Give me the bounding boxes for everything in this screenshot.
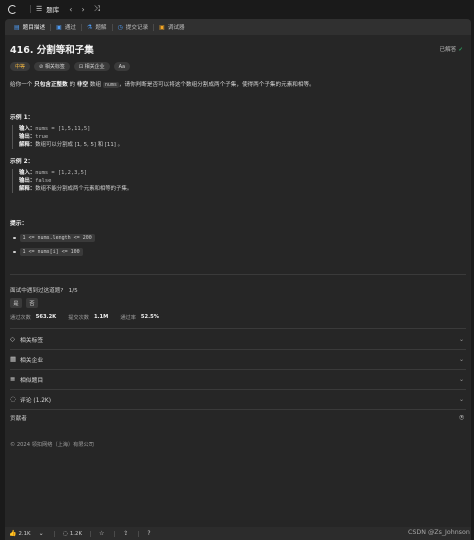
- star-icon: ☆: [98, 530, 105, 537]
- constraint-1: 1 <= nums.length <= 200: [13, 234, 95, 242]
- section-comments[interactable]: ◌ 评论 (1.2K) ⌄: [10, 389, 466, 409]
- list-icon: ≣: [10, 375, 16, 383]
- help-icon: ?: [147, 530, 151, 537]
- tag-icon: ⊘: [39, 63, 44, 70]
- interview-question: 面试中遇到过这道题? 1/5: [10, 288, 78, 294]
- example-1-title: 示例 1：: [10, 115, 34, 121]
- tab-solutions[interactable]: ⚗ 题解: [82, 19, 112, 35]
- share-button[interactable]: ⇪: [123, 530, 130, 537]
- tab-submissions[interactable]: ◷ 提交记录: [113, 19, 154, 35]
- chevron-down-icon: ⌄: [458, 335, 464, 343]
- lock-icon: ⊡: [78, 63, 84, 70]
- thumbs-down-icon: ⌄: [38, 530, 44, 537]
- comment-icon: ◌: [62, 530, 68, 537]
- constraint-2: 1 <= nums[i] <= 100: [13, 248, 83, 256]
- section-similar-problems[interactable]: ≣ 相似题目 ⌄: [10, 369, 466, 389]
- tab-accepted[interactable]: ▣ 通过: [51, 19, 81, 35]
- like-button[interactable]: 👍 2.1K: [9, 530, 31, 537]
- dislike-button[interactable]: ⌄: [39, 530, 46, 537]
- hints-title: 提示：: [10, 221, 28, 227]
- example-2-box: 输入：nums = [1,2,3,5] 输出：false 解释：数组不能分割成两…: [12, 169, 467, 193]
- comments-button[interactable]: ◌ 1.2K: [63, 530, 82, 537]
- difficulty-badge: 中等: [10, 62, 31, 71]
- leetcode-logo[interactable]: [8, 4, 17, 14]
- shuffle-icon[interactable]: ⤨: [94, 4, 100, 14]
- problem-bank-link[interactable]: 题库: [46, 4, 59, 14]
- contributor-avatar-icon[interactable]: ⍟: [459, 413, 464, 423]
- debug-icon: ▣: [159, 23, 165, 31]
- problem-list-icon[interactable]: ☰: [36, 5, 42, 13]
- section-related-companies[interactable]: ▦ 相关企业 ⌄: [10, 349, 466, 369]
- next-problem-icon[interactable]: ›: [81, 5, 84, 14]
- favorite-button[interactable]: ☆: [99, 530, 106, 537]
- check-icon: ▣: [56, 23, 62, 31]
- font-size-button[interactable]: Aa: [113, 62, 131, 71]
- example-2-title: 示例 2：: [10, 159, 34, 165]
- top-nav: ☰ 题库 ‹ › ⤨: [0, 0, 474, 18]
- thumbs-up-icon: 👍: [9, 530, 17, 537]
- prev-problem-icon[interactable]: ‹: [69, 5, 72, 14]
- watermark: CSDN @Zs_Johnson: [408, 529, 470, 536]
- copyright: © 2024 领扣网络（上海）有限公司: [10, 442, 94, 448]
- interview-yes-button[interactable]: 是: [10, 298, 22, 308]
- example-1-box: 输入：nums = [1,5,11,5] 输出：true 解释：数组可以分割成 …: [12, 125, 467, 149]
- description-panel: ▤ 题目描述 ▣ 通过 ⚗ 题解 ◷ 提交记录 ▣ 调试器 416. 分割等和子…: [5, 19, 471, 540]
- check-circle-icon: ✓: [458, 47, 463, 53]
- stats-row: 通过次数 563.2K 提交次数 1.1M 通过率 52.5%: [10, 314, 159, 321]
- tab-debugger[interactable]: ▣ 调试器: [154, 19, 189, 35]
- chevron-down-icon: ⌄: [458, 395, 464, 403]
- chevron-down-icon: ⌄: [458, 355, 464, 363]
- panel-tabs: ▤ 题目描述 ▣ 通过 ⚗ 题解 ◷ 提交记录 ▣ 调试器: [5, 19, 471, 35]
- tag-icon: ◇: [10, 335, 15, 343]
- doc-icon: ▤: [14, 23, 20, 31]
- comment-icon: ◌: [10, 395, 16, 403]
- bottom-action-bar: 👍 2.1K ⌄ ◌ 1.2K ☆ ⇪ ?: [5, 527, 471, 540]
- problem-title[interactable]: 416. 分割等和子集: [10, 42, 94, 56]
- share-icon: ⇪: [123, 530, 129, 537]
- solved-status: 已解答 ✓: [439, 47, 463, 53]
- section-related-tags[interactable]: ◇ 相关标签 ⌄: [10, 329, 466, 349]
- tab-description[interactable]: ▤ 题目描述: [9, 19, 50, 35]
- flask-icon: ⚗: [86, 23, 93, 31]
- related-tags-button[interactable]: ⊘ 相关标签: [34, 62, 70, 71]
- tag-row: 中等 ⊘ 相关标签 ⊡ 相关企业 Aa: [10, 62, 134, 71]
- contributors-label: 贡献者: [10, 416, 27, 422]
- related-companies-button[interactable]: ⊡ 相关企业: [73, 62, 110, 71]
- section-divider: [10, 274, 466, 275]
- nav-divider: [30, 5, 31, 13]
- building-icon: ▦: [10, 355, 17, 363]
- interview-no-button[interactable]: 否: [26, 298, 38, 308]
- history-icon: ◷: [117, 23, 123, 31]
- help-button[interactable]: ?: [147, 530, 152, 537]
- problem-description: 给你一个 只包含正整数 的 非空 数组 nums ，请你判断是否可以将这个数组分割…: [10, 82, 315, 88]
- chevron-down-icon: ⌄: [458, 375, 464, 383]
